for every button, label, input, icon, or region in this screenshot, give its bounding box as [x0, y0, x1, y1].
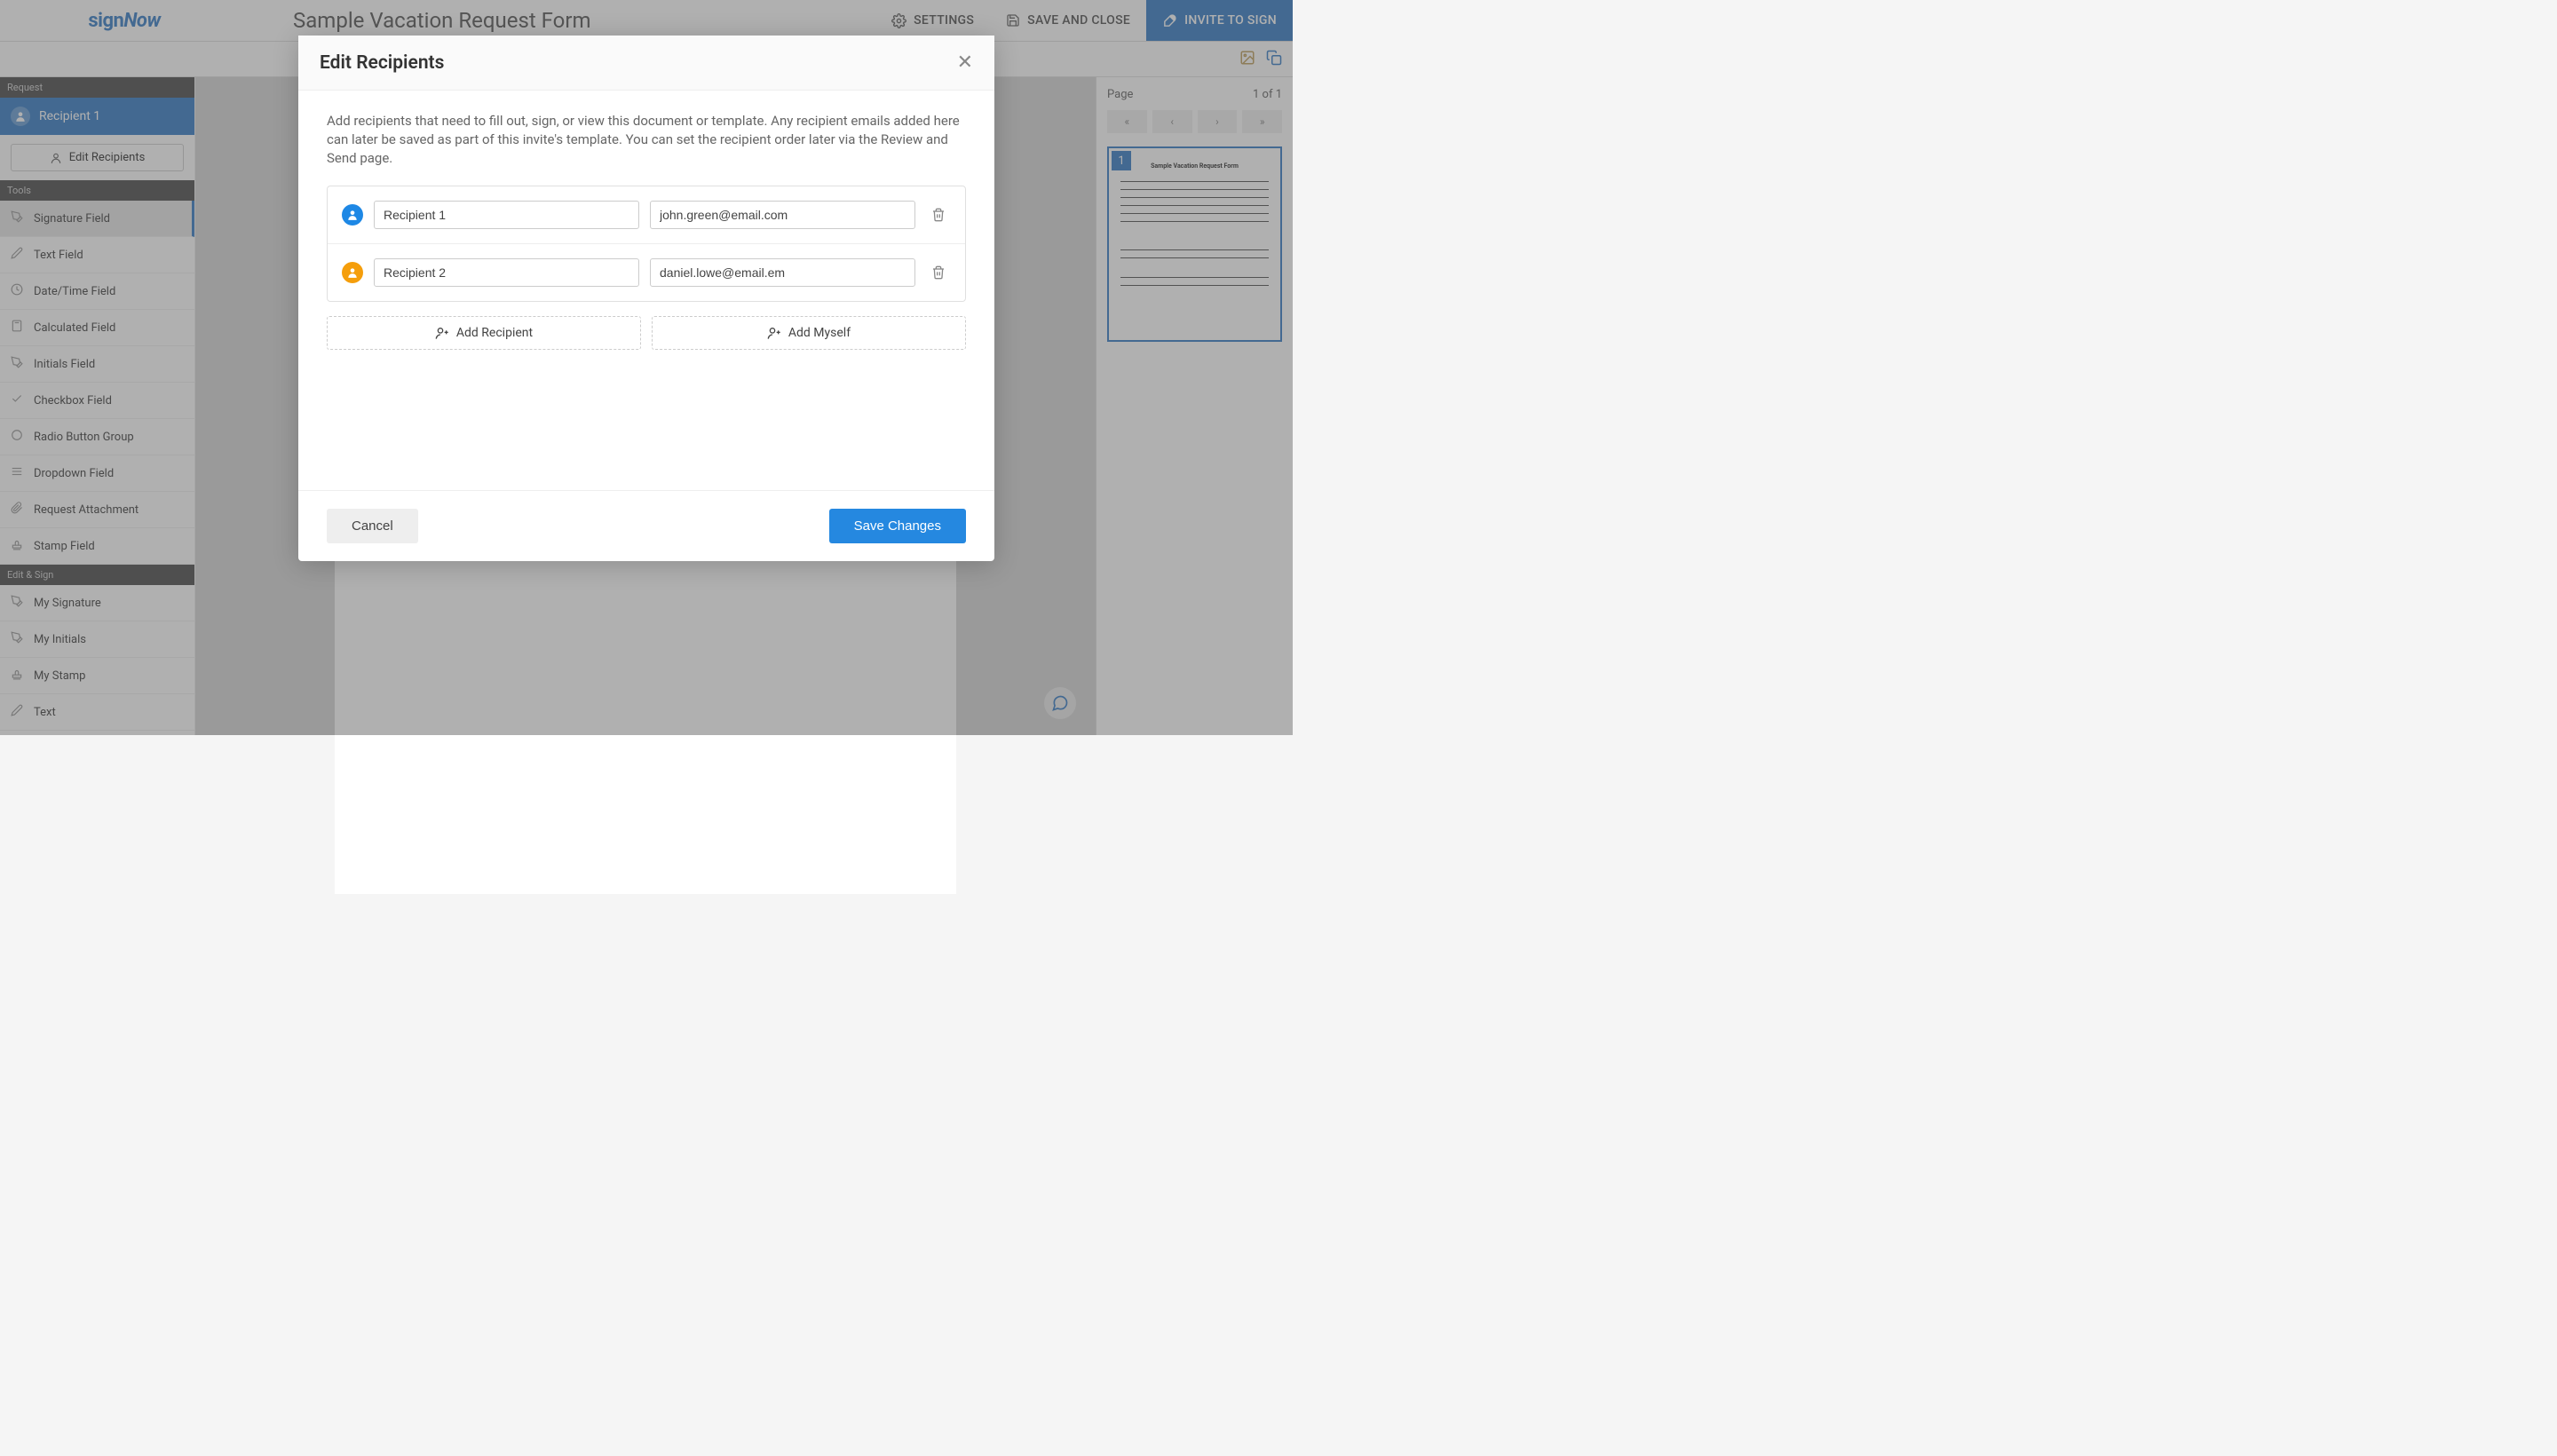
recipient-row — [328, 186, 965, 244]
add-recipient-label: Add Recipient — [456, 326, 533, 340]
modal-description: Add recipients that need to fill out, si… — [327, 112, 966, 168]
modal-title: Edit Recipients — [320, 52, 444, 74]
edit-recipients-modal: Edit Recipients ✕ Add recipients that ne… — [298, 36, 994, 561]
modal-overlay: Edit Recipients ✕ Add recipients that ne… — [0, 0, 1293, 735]
recipient-email-input[interactable] — [650, 201, 915, 229]
delete-recipient-button[interactable] — [926, 208, 951, 222]
add-myself-button[interactable]: Add Myself — [652, 316, 966, 350]
recipient-name-input[interactable] — [374, 258, 639, 287]
delete-recipient-button[interactable] — [926, 265, 951, 280]
recipients-list — [327, 186, 966, 302]
recipient-email-input[interactable] — [650, 258, 915, 287]
person-plus-icon — [435, 326, 449, 340]
person-icon — [342, 262, 363, 283]
person-plus-icon — [767, 326, 781, 340]
save-changes-button[interactable]: Save Changes — [829, 509, 966, 543]
recipient-row — [328, 244, 965, 301]
cancel-button[interactable]: Cancel — [327, 509, 418, 543]
recipient-name-input[interactable] — [374, 201, 639, 229]
close-icon[interactable]: ✕ — [957, 51, 973, 74]
add-myself-label: Add Myself — [788, 326, 851, 340]
add-recipient-button[interactable]: Add Recipient — [327, 316, 641, 350]
person-icon — [342, 204, 363, 226]
